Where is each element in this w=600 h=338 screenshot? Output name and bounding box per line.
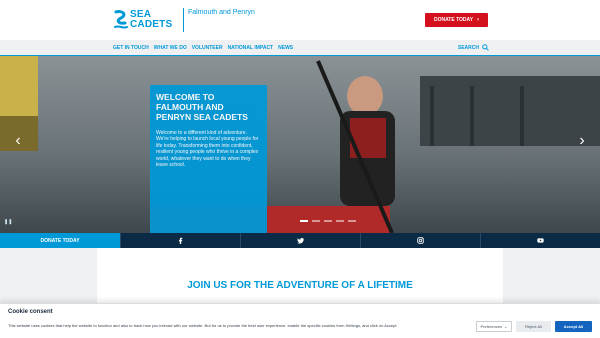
donate-link-label: DONATE TODAY	[40, 237, 80, 244]
carousel-dot[interactable]	[348, 220, 356, 222]
sea-cadets-logo[interactable]: SEA CADETS	[113, 9, 177, 31]
search-icon	[482, 44, 489, 51]
carousel-dot[interactable]	[300, 220, 308, 222]
nav-item-news[interactable]: NEWS	[278, 45, 293, 51]
instagram-link[interactable]	[360, 233, 480, 248]
carousel-prev-button[interactable]: ‹	[11, 132, 25, 150]
carousel-pause-button[interactable]: ❚❚	[4, 219, 12, 225]
cookie-accept-all-button[interactable]: Accept All	[555, 321, 592, 332]
main-nav: GET IN TOUCH WHAT WE DO VOLUNTEER NATION…	[0, 40, 600, 55]
preferences-label: Preferences	[480, 324, 503, 329]
twitter-link[interactable]	[240, 233, 360, 248]
carousel-dot[interactable]	[336, 220, 344, 222]
logo-divider	[183, 8, 184, 32]
pause-icon: ❚❚	[4, 219, 13, 225]
instagram-icon	[417, 237, 424, 244]
hero-carousel: WELCOME TO FALMOUTH AND PENRYN SEA CADET…	[0, 56, 600, 233]
carousel-dot[interactable]	[324, 220, 332, 222]
site-header: SEA CADETS Falmouth and Penryn DONATE TO…	[0, 0, 600, 40]
nav-item-get-in-touch[interactable]: GET IN TOUCH	[113, 45, 149, 51]
nav-item-national-impact[interactable]: NATIONAL IMPACT	[228, 45, 274, 51]
unit-name: Falmouth and Penryn	[188, 9, 255, 16]
chevron-left-icon: ‹	[15, 132, 21, 149]
facebook-icon	[178, 237, 183, 244]
cookie-reject-all-button[interactable]: Reject All	[516, 321, 551, 332]
carousel-next-button[interactable]: ›	[575, 132, 589, 150]
chevron-right-icon: ›	[477, 17, 480, 23]
hero-body-text: Welcome to a different kind of adventure…	[156, 130, 259, 169]
carousel-indicators	[300, 220, 356, 222]
youtube-link[interactable]	[480, 233, 600, 248]
hero-title: WELCOME TO FALMOUTH AND PENRYN SEA CADET…	[156, 92, 248, 122]
hero-welcome-panel: WELCOME TO FALMOUTH AND PENRYN SEA CADET…	[150, 85, 267, 233]
carousel-dot[interactable]	[312, 220, 320, 222]
search-button[interactable]: SEARCH	[458, 40, 489, 55]
donate-button-label: DONATE TODAY	[433, 17, 474, 23]
chevron-down-icon: ⌄	[504, 324, 508, 329]
sea-cadets-wave-icon	[114, 10, 128, 29]
cookie-preferences-button[interactable]: Preferences ⌄	[476, 321, 512, 332]
donate-today-button[interactable]: DONATE TODAY ›	[425, 13, 488, 27]
cookie-text: This website uses cookies that help the …	[8, 323, 398, 328]
cookie-consent-banner: Cookie consent This website uses cookies…	[0, 303, 600, 338]
youtube-icon	[537, 238, 544, 243]
logo-line-cadets: CADETS	[130, 19, 173, 30]
social-bar: DONATE TODAY	[0, 233, 600, 248]
cookie-title: Cookie consent	[8, 309, 53, 315]
chevron-right-icon: ›	[579, 132, 585, 149]
nav-item-volunteer[interactable]: VOLUNTEER	[192, 45, 223, 51]
intro-title: JOIN US FOR THE ADVENTURE OF A LIFETIME	[187, 280, 413, 291]
hero-photo	[0, 56, 600, 233]
facebook-link[interactable]	[120, 233, 240, 248]
nav-item-what-we-do[interactable]: WHAT WE DO	[154, 45, 187, 51]
search-label: SEARCH	[457, 44, 479, 51]
logo-wordmark: SEA CADETS	[130, 10, 172, 30]
twitter-icon	[297, 237, 304, 244]
donate-today-link[interactable]: DONATE TODAY	[0, 233, 120, 248]
